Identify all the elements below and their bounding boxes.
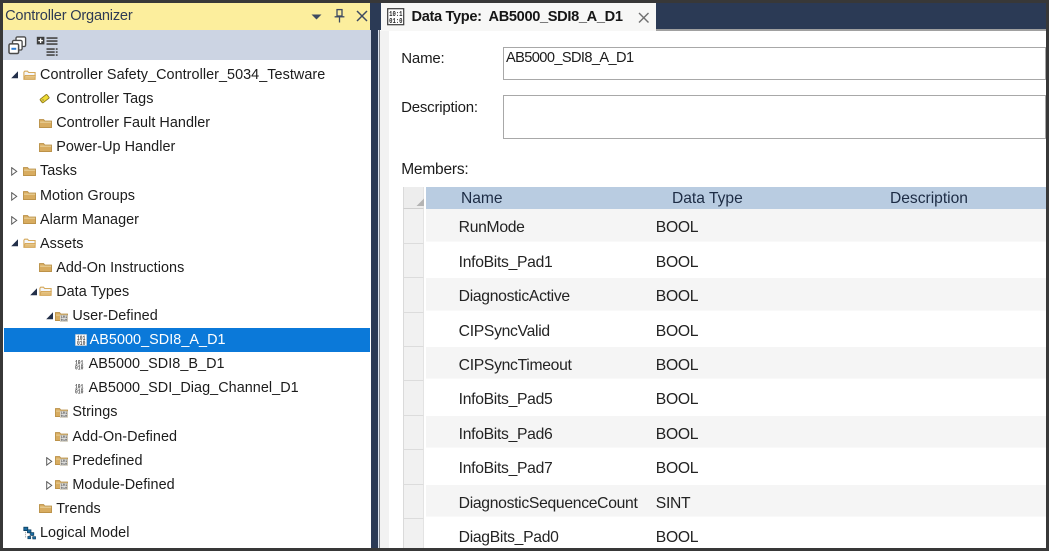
svg-text:01:0: 01:0	[389, 18, 402, 26]
